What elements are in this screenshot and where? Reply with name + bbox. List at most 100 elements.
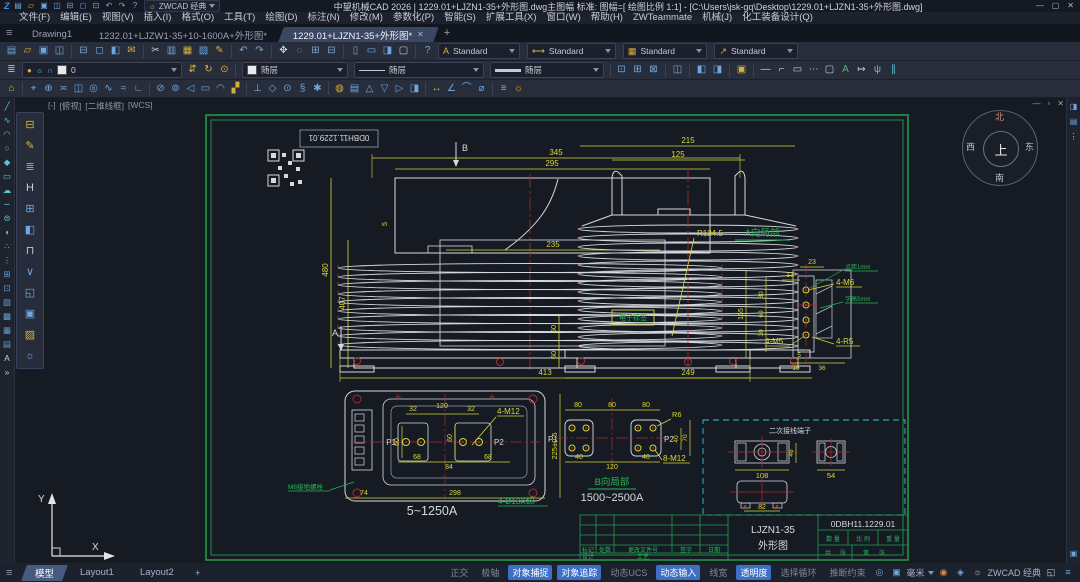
navigation-compass[interactable]: 北 南 西 东 上 <box>962 110 1038 186</box>
item-list-tool-icon[interactable]: ≣ <box>20 157 40 177</box>
menu-chemical[interactable]: 化工装备设计(Q) <box>737 12 818 24</box>
zoom-previous-icon[interactable]: ⊟ <box>324 44 339 59</box>
layer-isolate-icon[interactable]: ⊙ <box>217 63 232 78</box>
layer-combo[interactable]: ● ☼ ∩ 0 <box>22 62 182 78</box>
doc-close-button[interactable]: ✕ <box>1057 99 1064 108</box>
centerline-icon[interactable]: ⌖ <box>26 81 41 96</box>
save-icon[interactable]: ▣ <box>36 44 51 59</box>
save-as-icon[interactable]: ◫ <box>52 1 63 12</box>
workspace-status-label[interactable]: ZWCAD 经典 <box>988 566 1042 579</box>
mech-library-icon[interactable]: ⌂ <box>4 81 19 96</box>
weld-symbol-icon[interactable]: △ <box>362 81 377 96</box>
menu-view[interactable]: 视图(V) <box>97 12 139 24</box>
detail-circle-icon[interactable]: ◎ <box>86 81 101 96</box>
balloon-icon[interactable]: ◍ <box>332 81 347 96</box>
viewport-tool-icon[interactable]: ◱ <box>20 283 40 303</box>
fullscreen-icon[interactable]: ◱ <box>1045 567 1057 579</box>
beam-section-tool-icon[interactable]: H <box>20 178 40 198</box>
section-hatch-tool-icon[interactable]: ▨ <box>20 325 40 345</box>
table-tool-icon[interactable]: ▤ <box>1 338 13 351</box>
point-tool-icon[interactable]: ∴ <box>1 240 13 253</box>
menu-mechanical[interactable]: 机械(J) <box>697 12 737 24</box>
angular-dim-icon[interactable]: ∠ <box>444 81 459 96</box>
construction-icon[interactable]: ▞ <box>228 81 243 96</box>
door-symbol-tool-icon[interactable]: ⊓ <box>20 241 40 261</box>
block-editor-icon[interactable]: ⊠ <box>646 63 661 78</box>
compass-south[interactable]: 南 <box>995 174 1004 183</box>
menu-window[interactable]: 窗口(W) <box>541 12 585 24</box>
circle-tool-icon[interactable]: ○ <box>1 142 13 155</box>
tab-close-icon[interactable]: ✕ <box>417 30 424 39</box>
toggle-ortho[interactable]: 正交 <box>446 565 472 580</box>
menu-parametric[interactable]: 参数化(P) <box>388 12 439 24</box>
publish-icon[interactable]: ◧ <box>108 44 123 59</box>
menu-modify[interactable]: 修改(M) <box>345 12 388 24</box>
toggle-otrack[interactable]: 对象追踪 <box>557 565 601 580</box>
dashed-line-icon[interactable]: ⌐ <box>774 63 789 78</box>
ellipse-arc-tool-icon[interactable]: ◖ <box>1 226 13 239</box>
drawing-canvas[interactable]: 0DBH11.1229.01 B 345 295 5 <box>0 98 1080 563</box>
tab-model[interactable]: 模型 <box>22 565 69 581</box>
bom-table-icon[interactable]: ▤ <box>347 81 362 96</box>
leader-icon[interactable]: ↦ <box>854 63 869 78</box>
hatch-tool-icon[interactable]: ▨ <box>1 296 13 309</box>
toggle-polar[interactable]: 极轴 <box>477 565 503 580</box>
new-icon[interactable]: ▤ <box>4 44 19 59</box>
isolate-objects-icon[interactable]: ◎ <box>873 567 885 579</box>
toggle-osnap[interactable]: 对象捕捉 <box>508 565 552 580</box>
ucs-control[interactable]: [WCS] <box>128 100 153 112</box>
layout-menu-icon[interactable]: ≡ <box>6 567 12 579</box>
gradient-tool-icon[interactable]: ▩ <box>1 310 13 323</box>
gear-tool-icon[interactable]: ✱ <box>310 81 325 96</box>
doc-tab-1232[interactable]: 1232.01+LJZW1-35+10-1600A+外形图* <box>84 27 282 42</box>
menu-file[interactable]: 文件(F) <box>14 12 55 24</box>
view-control[interactable]: [俯视] <box>60 100 82 112</box>
chamfer-icon[interactable]: ◁ <box>183 81 198 96</box>
text-style-combo[interactable]: AStandard <box>438 43 520 59</box>
graphics-performance-icon[interactable]: ◈ <box>955 567 967 579</box>
visual-style-control[interactable]: [二维线框] <box>85 100 124 112</box>
print-icon[interactable]: ⊟ <box>65 1 76 12</box>
color-combo[interactable]: 随层 <box>242 62 348 78</box>
wavy-line-icon[interactable]: ≈ <box>116 81 131 96</box>
mtext-tool-icon[interactable]: A <box>1 352 13 365</box>
arc-slot-icon[interactable]: ◠ <box>213 81 228 96</box>
ungroup-icon[interactable]: ◨ <box>710 63 725 78</box>
xref-attach-icon[interactable]: ◫ <box>670 63 685 78</box>
tool-panel-icon[interactable]: ⋮ <box>1068 131 1079 142</box>
doc-tab-1229-active[interactable]: 1229.01+LJZN1-35+外形图* ✕ <box>278 27 439 42</box>
paste-block-icon[interactable]: ▧ <box>196 44 211 59</box>
pqp-tool-icon[interactable]: ▣ <box>20 304 40 324</box>
sketch-edit-tool-icon[interactable]: ✎ <box>20 136 40 156</box>
compass-east[interactable]: 东 <box>1025 143 1034 152</box>
doc-tab-drawing1[interactable]: Drawing1 <box>18 27 88 42</box>
toggle-transparency[interactable]: 透明度 <box>736 565 771 580</box>
mech-settings-icon[interactable]: ☼ <box>511 81 526 96</box>
thread-icon[interactable]: ⊚ <box>168 81 183 96</box>
redo-icon[interactable]: ↷ <box>117 1 128 12</box>
group-icon[interactable]: ◧ <box>694 63 709 78</box>
insert-block-icon[interactable]: ⊡ <box>614 63 629 78</box>
dim-style-combo[interactable]: ⟷Standard <box>527 43 616 59</box>
symbol-icon[interactable]: ψ <box>870 63 885 78</box>
line-tool-icon[interactable]: ╱ <box>1 100 13 113</box>
menu-dimension[interactable]: 标注(N) <box>303 12 345 24</box>
plot-settings-tool-icon[interactable]: ⊟ <box>20 115 40 135</box>
compass-top[interactable]: 上 <box>983 131 1019 167</box>
copy-object-tool-icon[interactable]: ◧ <box>20 220 40 240</box>
zoom-window-icon[interactable]: ⊞ <box>308 44 323 59</box>
properties-panel-icon[interactable]: ◨ <box>1068 101 1079 112</box>
status-gear-icon[interactable]: ☼ <box>972 567 984 579</box>
surface-finish-icon[interactable]: ▽ <box>377 81 392 96</box>
menu-zwteammate[interactable]: ZWTeammate <box>628 12 697 24</box>
tab-layout1[interactable]: Layout1 <box>67 566 128 579</box>
copy-icon[interactable]: ▥ <box>164 44 179 59</box>
rectangle-tool-icon[interactable]: ▭ <box>1 170 13 183</box>
redo-icon[interactable]: ↷ <box>252 44 267 59</box>
zoom-realtime-icon[interactable]: ◌ <box>292 44 307 59</box>
help-icon[interactable]: ? <box>130 1 141 12</box>
insert-block-tool-icon[interactable]: ⊡ <box>1 282 13 295</box>
menu-insert[interactable]: 插入(I) <box>138 12 176 24</box>
undo-icon[interactable]: ↶ <box>236 44 251 59</box>
symmetry-line-icon[interactable]: ≍ <box>56 81 71 96</box>
